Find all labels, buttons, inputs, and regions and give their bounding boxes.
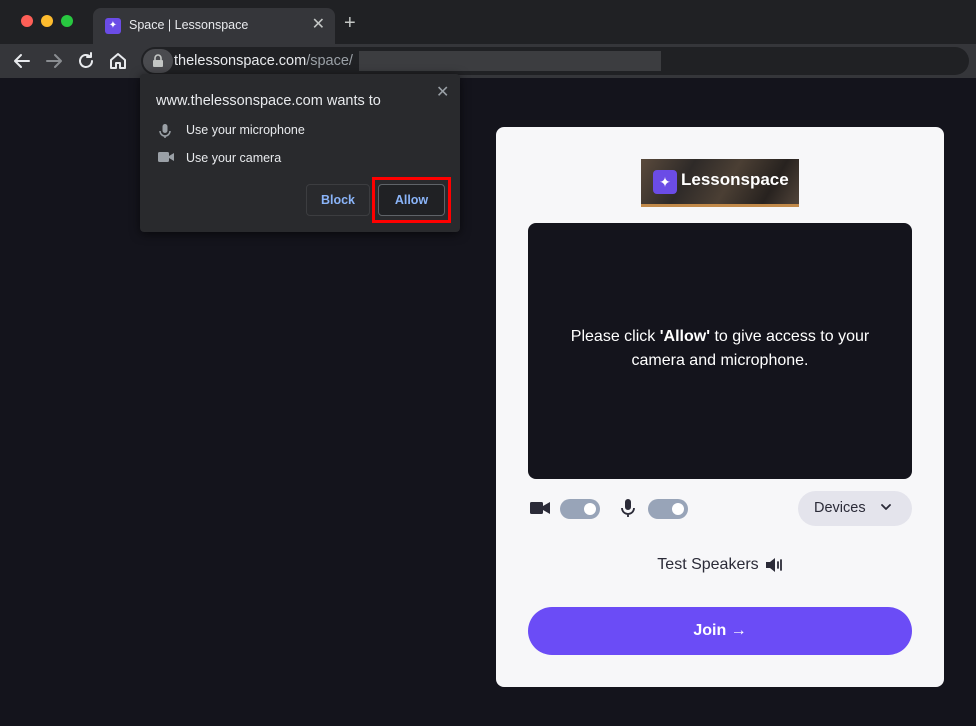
arrow-right-icon bbox=[46, 54, 62, 68]
message-allow-emphasis: 'Allow' bbox=[659, 328, 710, 345]
maximize-window-button[interactable] bbox=[61, 15, 73, 27]
message-text: Please click bbox=[570, 328, 660, 345]
microphone-toggle[interactable] bbox=[648, 499, 688, 519]
toggle-knob bbox=[672, 503, 684, 515]
browser-tab[interactable]: ✦ Space | Lessonspace ✕ bbox=[93, 8, 335, 44]
home-icon bbox=[110, 53, 126, 69]
lessonspace-logo: ✦ Lessonspace bbox=[641, 159, 799, 207]
lock-icon bbox=[153, 54, 163, 67]
reload-button[interactable] bbox=[74, 49, 98, 73]
lessonspace-logo-icon: ✦ bbox=[653, 170, 677, 194]
permission-item-label: Use your camera bbox=[186, 151, 282, 165]
browser-titlebar: ✦ Space | Lessonspace ✕ + bbox=[0, 0, 976, 44]
new-tab-button[interactable]: + bbox=[344, 12, 356, 34]
url-text: thelessonspace.com/space/ bbox=[174, 53, 353, 69]
close-window-button[interactable] bbox=[21, 15, 33, 27]
arrow-left-icon bbox=[14, 54, 30, 68]
microphone-icon bbox=[159, 124, 171, 138]
toggle-knob bbox=[584, 503, 596, 515]
url-path: /space/ bbox=[306, 53, 353, 69]
back-button[interactable] bbox=[10, 49, 34, 73]
permission-item-label: Use your microphone bbox=[186, 123, 305, 137]
camera-toggle[interactable] bbox=[560, 499, 600, 519]
speaker-icon bbox=[765, 558, 782, 572]
permission-message: Please click 'Allow' to give access to y… bbox=[548, 325, 892, 373]
video-camera-icon bbox=[530, 502, 550, 514]
tab-title: Space | Lessonspace bbox=[129, 18, 249, 32]
test-speakers-button[interactable]: Test Speakers bbox=[496, 556, 944, 578]
join-button[interactable]: Join → bbox=[528, 607, 912, 655]
devices-label: Devices bbox=[814, 500, 866, 516]
permission-popup: www.thelessonspace.com wants to ✕ Use yo… bbox=[140, 74, 460, 232]
block-button[interactable]: Block bbox=[306, 184, 370, 216]
reload-icon bbox=[79, 52, 93, 68]
microphone-icon bbox=[621, 499, 635, 517]
devices-dropdown[interactable]: Devices bbox=[798, 491, 912, 526]
logo-text: Lessonspace bbox=[681, 170, 789, 189]
home-button[interactable] bbox=[106, 49, 130, 73]
forward-button[interactable] bbox=[42, 49, 66, 73]
allow-button[interactable]: Allow bbox=[378, 184, 445, 216]
browser-toolbar: thelessonspace.com/space/ bbox=[0, 44, 976, 78]
video-preview: Please click 'Allow' to give access to y… bbox=[528, 223, 912, 479]
permission-title: www.thelessonspace.com wants to bbox=[156, 93, 381, 109]
permission-close-icon[interactable]: ✕ bbox=[436, 82, 449, 102]
test-speakers-label: Test Speakers bbox=[657, 556, 759, 573]
url-host: thelessonspace.com bbox=[174, 53, 307, 69]
join-card: ✦ Lessonspace Please click 'Allow' to gi… bbox=[496, 127, 944, 687]
minimize-window-button[interactable] bbox=[41, 15, 53, 27]
url-redacted-block bbox=[359, 51, 661, 71]
lessonspace-favicon-icon: ✦ bbox=[105, 18, 121, 34]
address-bar[interactable]: thelessonspace.com/space/ bbox=[141, 47, 969, 75]
camera-icon bbox=[158, 152, 174, 162]
site-info-button[interactable] bbox=[143, 49, 173, 73]
chevron-down-icon bbox=[881, 504, 891, 510]
tab-close-icon[interactable]: ✕ bbox=[312, 16, 325, 34]
